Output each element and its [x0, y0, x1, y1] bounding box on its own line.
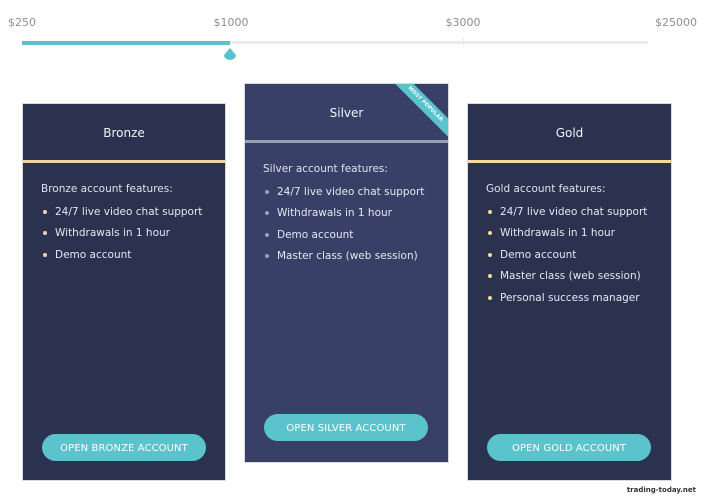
- feature-text: Master class (web session): [500, 270, 641, 283]
- feature-text: Master class (web session): [277, 250, 418, 263]
- feature-text: Demo account: [500, 248, 577, 261]
- feature-item: Master class (web session): [486, 268, 653, 289]
- bullet-icon: [488, 274, 492, 279]
- tick-label-3000: $3000: [445, 16, 481, 29]
- feature-item: Withdrawals in 1 hour: [41, 225, 207, 246]
- watermark: trading-today.net: [626, 486, 696, 494]
- tick-label-250: $250: [8, 16, 36, 29]
- feature-text: Demo account: [55, 248, 132, 261]
- features-list: 24/7 live video chat support Withdrawals…: [486, 204, 653, 311]
- features-heading: Gold account features:: [486, 183, 606, 195]
- feature-text: Withdrawals in 1 hour: [500, 227, 615, 240]
- tick-mark-3000: [463, 38, 464, 45]
- plan-card-gold: Gold Gold account features: 24/7 live vi…: [468, 104, 671, 480]
- feature-item: 24/7 live video chat support: [263, 184, 430, 205]
- bullet-icon: [488, 252, 492, 257]
- features-list: 24/7 live video chat support Withdrawals…: [263, 184, 430, 270]
- feature-item: 24/7 live video chat support: [41, 204, 207, 225]
- bullet-icon: [43, 231, 47, 236]
- feature-item: Demo account: [486, 247, 653, 268]
- feature-text: Personal success manager: [500, 291, 640, 304]
- feature-text: Demo account: [277, 228, 354, 241]
- feature-item: Demo account: [263, 227, 430, 248]
- open-gold-account-button[interactable]: OPEN GOLD ACCOUNT: [487, 434, 651, 461]
- bullet-icon: [488, 295, 492, 300]
- deposit-slider[interactable]: $250 $1000 $3000 $25000: [0, 0, 704, 70]
- open-silver-account-button[interactable]: OPEN SILVER ACCOUNT: [264, 414, 428, 441]
- bullet-icon: [488, 210, 492, 214]
- feature-item: Master class (web session): [263, 248, 430, 269]
- feature-item: 24/7 live video chat support: [486, 204, 653, 225]
- feature-text: 24/7 live video chat support: [277, 186, 425, 198]
- feature-item: Withdrawals in 1 hour: [486, 225, 653, 246]
- bullet-icon: [265, 254, 269, 259]
- features-heading: Bronze account features:: [41, 183, 173, 195]
- plan-title: Gold: [555, 126, 584, 140]
- feature-text: Withdrawals in 1 hour: [277, 207, 392, 220]
- feature-text: 24/7 live video chat support: [55, 206, 203, 218]
- feature-text: 24/7 live video chat support: [500, 206, 648, 218]
- bullet-icon: [265, 232, 269, 237]
- bullet-icon: [488, 231, 492, 236]
- plan-card-silver: MOST POPULAR Silver Silver account featu…: [245, 84, 448, 462]
- bullet-icon: [265, 211, 269, 216]
- feature-item: Demo account: [41, 247, 207, 268]
- features-list: 24/7 live video chat support Withdrawals…: [41, 204, 207, 268]
- bullet-icon: [43, 210, 47, 214]
- plan-title: Bronze: [103, 126, 145, 140]
- tick-label-1000: $1000: [213, 16, 249, 29]
- feature-item: Withdrawals in 1 hour: [263, 205, 430, 226]
- feature-item: Personal success manager: [486, 290, 653, 311]
- open-bronze-account-button[interactable]: OPEN BRONZE ACCOUNT: [42, 434, 206, 461]
- feature-text: Withdrawals in 1 hour: [55, 227, 170, 240]
- slider-thumb-icon[interactable]: [223, 48, 237, 60]
- bullet-icon: [265, 190, 269, 194]
- bullet-icon: [43, 252, 47, 257]
- slider-fill: [22, 41, 230, 45]
- features-heading: Silver account features:: [263, 163, 388, 175]
- tick-label-25000: $25000: [655, 16, 697, 29]
- plan-card-bronze: Bronze Bronze account features: 24/7 liv…: [23, 104, 225, 480]
